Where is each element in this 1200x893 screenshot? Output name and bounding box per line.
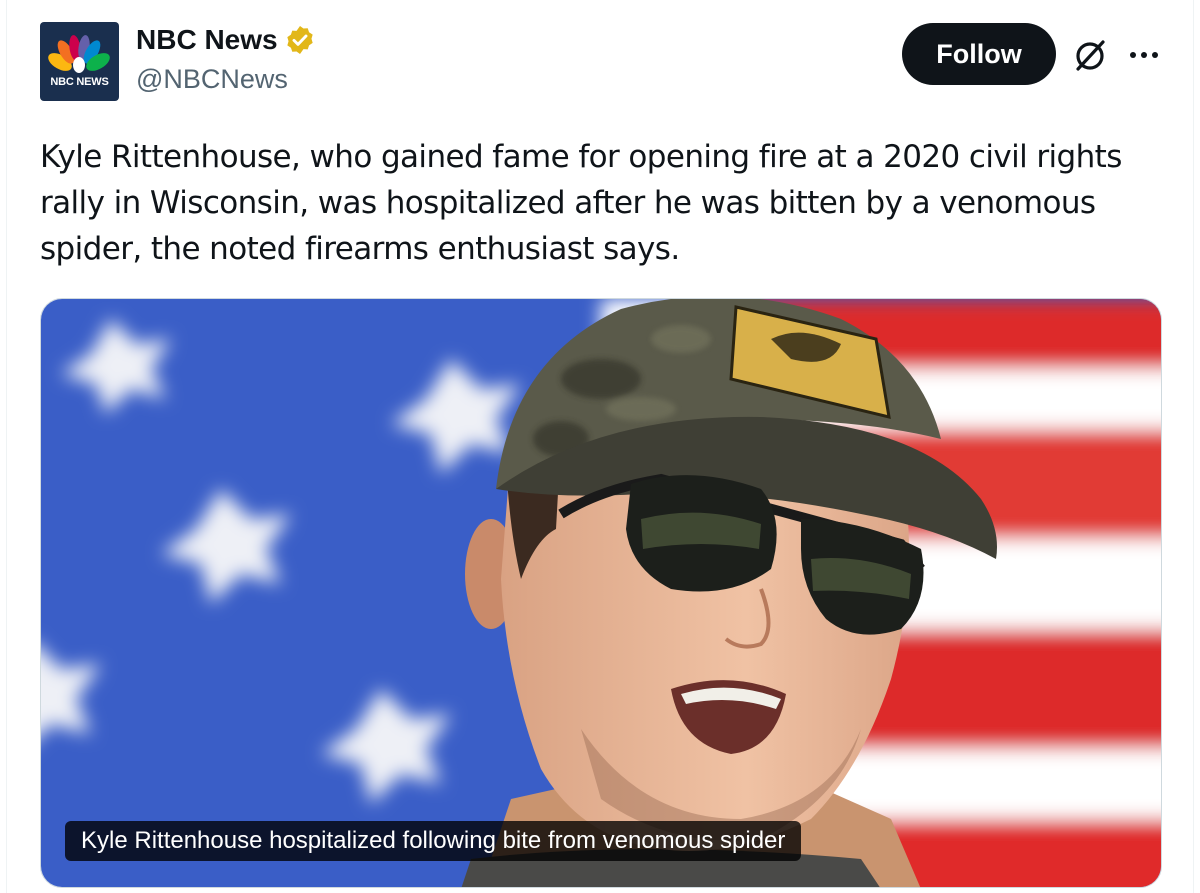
- verified-badge-icon: [286, 26, 313, 54]
- photo-illustration: [41, 299, 1161, 887]
- handle[interactable]: @NBCNews: [136, 64, 288, 95]
- follow-button[interactable]: Follow: [902, 23, 1056, 85]
- media-image[interactable]: Kyle Rittenhouse hospitalized following …: [40, 298, 1162, 888]
- display-name[interactable]: NBC News: [136, 24, 278, 56]
- grok-icon[interactable]: [1070, 36, 1110, 76]
- avatar[interactable]: NBC NEWS: [40, 22, 119, 101]
- nbc-peacock-logo: [48, 35, 110, 73]
- tweet-text: Kyle Rittenhouse, who gained fame for op…: [40, 139, 1122, 267]
- author-name-row[interactable]: NBC News: [136, 24, 316, 56]
- media-caption: Kyle Rittenhouse hospitalized following …: [65, 821, 802, 861]
- avatar-label: NBC NEWS: [50, 76, 109, 88]
- more-icon[interactable]: [1126, 40, 1162, 70]
